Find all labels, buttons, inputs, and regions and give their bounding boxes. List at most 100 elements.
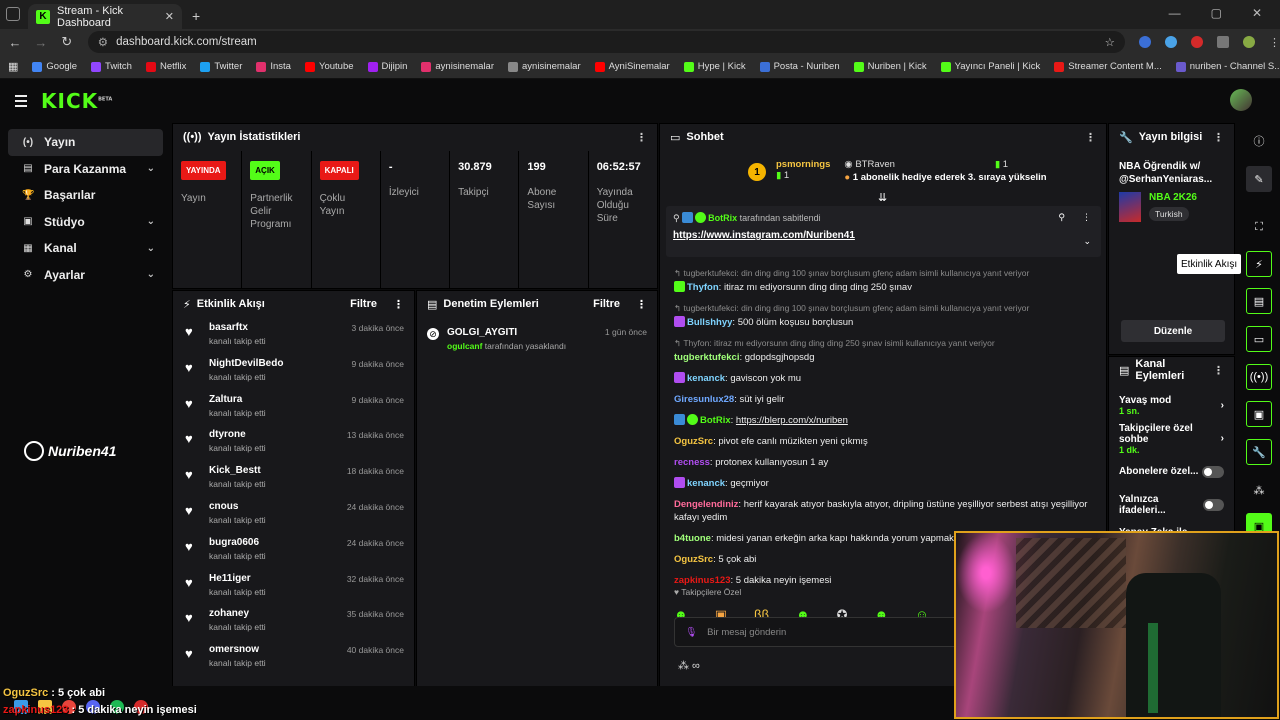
browser-menu-icon[interactable]: ⋮ [1269,36,1280,49]
bookmark-item[interactable]: Twitter [200,61,242,72]
chat-message[interactable]: Dengelendiniz: herif kayarak atıyor bask… [674,498,1094,524]
extension-red-icon[interactable] [1190,36,1203,48]
forward-icon[interactable]: → [28,35,54,50]
bookmark-item[interactable]: Hype | Kick [683,61,746,72]
extension-shield-icon[interactable] [1138,36,1151,48]
chat-message[interactable]: ↰ Thyfon: itiraz mı ediyorsunn ding ding… [674,337,1094,364]
document-toggle-icon[interactable]: ▤ [1246,288,1272,314]
list-item[interactable]: ♥ basarftx kanalı takip etti 3 dakika önce [173,317,414,353]
more-options-icon[interactable]: ⋮ [1213,364,1224,377]
fullscreen-icon[interactable]: ⛶ [1246,214,1272,240]
chat-username[interactable]: Bullshhyy [687,317,732,328]
chat-message[interactable]: kenanck: gaviscon yok mu [674,372,1094,385]
event-user[interactable]: NightDevilBedo [209,358,283,369]
bookmark-item[interactable]: aynisinemalar [508,61,581,72]
chat-toggle-icon[interactable]: ▭ [1246,326,1272,352]
chevron-down-icon[interactable]: ⌄ [147,243,155,254]
more-options-icon[interactable]: ⋮ [1213,131,1224,144]
chevron-down-icon[interactable]: ⌄ [147,216,155,227]
actions-toggle-icon[interactable]: ▣ [1246,401,1272,427]
reload-icon[interactable]: ↻ [54,34,80,50]
bookmark-item[interactable]: aynisinemalar [421,61,494,72]
list-item[interactable]: ♥ NightDevilBedo kanalı takip etti 9 dakika… [173,353,414,389]
moderation-item[interactable]: ⊘ GOLGI_AYGITI ogulcanf tarafından yasak… [417,317,657,361]
chat-message[interactable]: kenanck: geçmiyor [674,477,1094,490]
chat-username[interactable]: OguzSrc [674,436,713,447]
chat-username[interactable]: kenanck [687,373,725,384]
gift-user-2[interactable]: BTRaven [855,159,895,170]
maximize-icon[interactable]: ▢ [1211,6,1222,20]
bookmark-item[interactable]: Nuriben | Kick [853,61,927,72]
more-options-icon[interactable]: ⋮ [1085,131,1096,144]
bookmark-item[interactable]: Posta - Nuriben [759,61,840,72]
event-user[interactable]: cnous [209,501,266,512]
bookmark-item[interactable]: Youtube [304,61,354,72]
bookmark-item[interactable]: Dijipin [367,61,407,72]
activity-feed-toggle-icon[interactable]: ⚡ [1246,251,1272,277]
chat-username[interactable]: BotRix [700,415,731,426]
minimize-icon[interactable]: — [1169,6,1181,20]
profile-icon[interactable] [1242,36,1255,48]
channel-action[interactable]: Abonelere özel... [1109,455,1234,488]
more-options-icon[interactable]: ⋮ [1082,212,1091,223]
bookmark-item[interactable]: Twitch [91,61,132,72]
chat-username[interactable]: Dengelendiniz [674,499,738,510]
edit-icon[interactable]: ✎ [1246,166,1272,192]
bookmark-item[interactable]: Streamer Content M... [1054,61,1162,72]
channel-action[interactable]: Takipçilere özel sohbe 1 dk. › [1109,422,1234,455]
more-options-icon[interactable]: ⋮ [636,298,647,311]
scroll-down-icon[interactable]: ⇊ [878,191,887,204]
chat-message[interactable]: OguzSrc: pivot efe canlı müzikten yeni ç… [674,435,1094,448]
list-item[interactable]: ♥ He11iger kanalı takip etti 32 dakika önce [173,568,414,604]
avatar[interactable] [1230,89,1252,111]
info-icon[interactable]: ⓘ [1246,128,1272,154]
browser-tab[interactable]: K Stream - Kick Dashboard ✕ [28,4,182,29]
list-item[interactable]: ♥ zohaney kanalı takip etti 35 dakika önce [173,603,414,639]
sidebar-item-3[interactable]: ▣ Stüdyo ⌄ [8,209,163,236]
list-item[interactable]: ♥ Zaltura kanalı takip etti 9 dakika önce [173,389,414,425]
list-item[interactable]: ♥ Kick_Bestt kanalı takip etti 18 dakika ön… [173,460,414,496]
sidebar-item-1[interactable]: ▤ Para Kazanma ⌄ [8,156,163,183]
sidebar-item-0[interactable]: (•) Yayın [8,129,163,156]
microphone-icon[interactable]: 🎙 [685,627,697,638]
chat-username[interactable]: kenanck [687,478,725,489]
url-field[interactable]: ⚙ dashboard.kick.com/stream ☆ [87,31,1125,53]
list-item[interactable]: ♥ cnous kanalı takip etti 24 dakika önce [173,496,414,532]
back-icon[interactable]: ← [2,35,28,50]
chat-settings-icon[interactable]: ⁂ ∞ [678,659,700,672]
sidebar-item-4[interactable]: ▦ Kanal ⌄ [8,235,163,262]
sidebar-item-2[interactable]: 🏆 Başarılar [8,182,163,209]
chat-username[interactable]: zapkinus123 [674,575,731,586]
bookmark-item[interactable]: AyniSinemalar [594,61,670,72]
chat-message[interactable]: Giresunlux28: süt iyi gelir [674,393,1094,406]
toggle-switch[interactable] [1202,465,1224,478]
chevron-down-icon[interactable]: ⌄ [147,163,155,174]
broadcast-toggle-icon[interactable]: ((•)) [1246,364,1272,390]
event-user[interactable]: zohaney [209,608,266,619]
chat-text[interactable]: https://blerp.com/x/nuriben [736,415,848,426]
chat-username[interactable]: Giresunlux28 [674,394,734,405]
bookmark-item[interactable]: Insta [256,61,291,72]
event-user[interactable]: omersnow [209,644,266,655]
channel-action[interactable]: Yavaş mod 1 sn. › [1109,389,1234,422]
chevron-down-icon[interactable]: ⌄ [1083,236,1091,247]
channel-action[interactable]: Yalnızca ifadeleri... [1109,488,1234,521]
event-user[interactable]: dtyrone [209,429,266,440]
chat-message[interactable]: BotRix: https://blerp.com/x/nuriben [674,414,1094,427]
game-category[interactable]: NBA 2K26 Turkish [1109,186,1234,228]
integrations-icon[interactable]: ⁂ [1246,477,1272,503]
list-item[interactable]: ♥ omersnow kanalı takip etti 40 dakika önce [173,639,414,675]
event-user[interactable]: basarftx [209,322,266,333]
close-window-icon[interactable]: ✕ [1252,6,1262,20]
filter-button[interactable]: Filtre [593,298,620,310]
chevron-down-icon[interactable]: ⌄ [147,269,155,280]
event-user[interactable]: He11iger [209,573,266,584]
event-user[interactable]: Zaltura [209,394,266,405]
filter-button[interactable]: Filtre [350,298,377,310]
extensions-puzzle-icon[interactable] [1216,36,1229,48]
chevron-right-icon[interactable]: › [1221,433,1224,444]
chat-message[interactable]: ↰ tugberktufekci: din ding ding 100 şına… [674,302,1094,329]
kick-logo[interactable]: KICKBETA [41,89,112,113]
chat-message[interactable]: ↰ tugberktufekci: din ding ding 100 şına… [674,267,1094,294]
close-tab-icon[interactable]: ✕ [165,10,174,23]
